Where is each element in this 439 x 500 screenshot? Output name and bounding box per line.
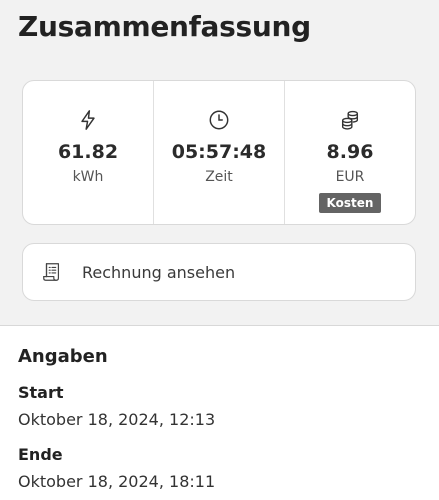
receipt-icon xyxy=(43,263,60,281)
stat-cost: 8.96 EUR Kosten xyxy=(284,81,415,224)
end-label: Ende xyxy=(18,445,63,464)
stat-duration: 05:57:48 Zeit xyxy=(153,81,284,224)
end-value: Oktober 18, 2024, 18:11 xyxy=(18,472,216,491)
start-value: Oktober 18, 2024, 12:13 xyxy=(18,410,216,429)
start-label: Start xyxy=(18,383,64,402)
stat-energy: 61.82 kWh xyxy=(23,81,153,224)
view-invoice-button[interactable]: Rechnung ansehen xyxy=(22,243,416,301)
energy-unit: kWh xyxy=(72,169,104,185)
cost-unit: EUR xyxy=(335,169,365,185)
duration-unit: Zeit xyxy=(205,169,233,185)
cost-value: 8.96 xyxy=(326,141,374,163)
lightning-icon xyxy=(81,110,95,130)
energy-value: 61.82 xyxy=(57,141,119,163)
details-title: Angaben xyxy=(18,346,108,367)
cost-badge: Kosten xyxy=(318,193,382,213)
page-title: Zusammenfassung xyxy=(18,10,311,43)
details-section: Angaben Start Oktober 18, 2024, 12:13 En… xyxy=(0,326,439,500)
clock-icon xyxy=(209,110,229,130)
view-invoice-label: Rechnung ansehen xyxy=(82,262,236,282)
summary-header-area: Zusammenfassung 61.82 kWh 05:57:48 Zeit xyxy=(0,0,439,326)
stats-card: 61.82 kWh 05:57:48 Zeit 8.96 EUR Kosten xyxy=(22,80,416,225)
duration-value: 05:57:48 xyxy=(171,141,267,163)
coins-icon xyxy=(341,110,359,130)
